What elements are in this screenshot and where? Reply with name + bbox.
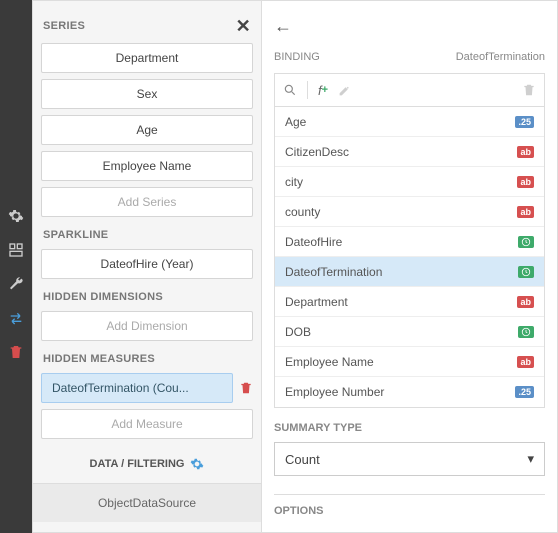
sparkline-item[interactable]: DateofHire (Year) <box>41 249 253 279</box>
close-icon[interactable]: ✕ <box>236 17 251 35</box>
field-name: CitizenDesc <box>285 145 349 159</box>
field-row[interactable]: Age .25 <box>275 107 544 137</box>
binding-field-name: DateofTermination <box>456 51 545 63</box>
txt-badge-icon: ab <box>517 176 534 188</box>
hidden-measure-item[interactable]: DateofTermination (Cou... <box>41 373 233 403</box>
field-row[interactable]: county ab <box>275 197 544 227</box>
txt-badge-icon: ab <box>517 206 534 218</box>
date-badge-icon <box>518 266 534 278</box>
sparkline-label: SPARKLINE <box>43 229 108 241</box>
series-item[interactable]: Department <box>41 43 253 73</box>
series-item[interactable]: Employee Name <box>41 151 253 181</box>
date-badge-icon <box>518 326 534 338</box>
summary-type-label: SUMMARY TYPE <box>274 408 545 442</box>
tool-rail <box>0 0 32 533</box>
field-list: Age .25 CitizenDesc ab city ab county ab DateofH… <box>274 107 545 408</box>
add-dimension-button[interactable]: Add Dimension <box>41 311 253 341</box>
options-label: OPTIONS <box>274 495 545 517</box>
field-name: Department <box>285 295 348 309</box>
binding-label: BINDING <box>274 51 320 63</box>
num-badge-icon: .25 <box>515 386 534 398</box>
series-item[interactable]: Age <box>41 115 253 145</box>
summary-type-dropdown[interactable]: Count ▾ <box>274 442 545 476</box>
trash-icon[interactable] <box>522 83 536 97</box>
field-row[interactable]: city ab <box>275 167 544 197</box>
trash-icon[interactable] <box>0 336 32 368</box>
field-name: Age <box>285 115 306 129</box>
series-label: SERIES <box>43 20 85 32</box>
field-row[interactable]: DOB <box>275 317 544 347</box>
field-name: DateofTermination <box>285 265 382 279</box>
back-arrow-icon[interactable]: ← <box>274 16 292 37</box>
field-row[interactable]: CitizenDesc ab <box>275 137 544 167</box>
gear-icon <box>190 457 204 471</box>
field-row[interactable]: DateofHire <box>275 227 544 257</box>
add-measure-button[interactable]: Add Measure <box>41 409 253 439</box>
date-badge-icon <box>518 236 534 248</box>
field-name: Employee Number <box>285 385 384 399</box>
field-row[interactable]: DateofTermination <box>275 257 544 287</box>
field-name: city <box>285 175 303 189</box>
txt-badge-icon: ab <box>517 296 534 308</box>
field-name: Employee Name <box>285 355 374 369</box>
delete-measure-icon[interactable] <box>239 381 253 395</box>
transfer-icon[interactable] <box>0 302 32 334</box>
series-item[interactable]: Sex <box>41 79 253 109</box>
txt-badge-icon: ab <box>517 146 534 158</box>
fx-add-icon[interactable]: f+ <box>318 83 328 98</box>
field-row[interactable]: Employee Number .25 <box>275 377 544 407</box>
datasource-item[interactable]: ObjectDataSource <box>33 483 261 522</box>
field-toolbar: f+ <box>274 73 545 107</box>
edit-icon[interactable] <box>338 84 351 97</box>
field-name: county <box>285 205 320 219</box>
field-row[interactable]: Department ab <box>275 287 544 317</box>
gear-icon[interactable] <box>0 200 32 232</box>
field-name: DOB <box>285 325 311 339</box>
config-panel: SERIES ✕ Department Sex Age Employee Nam… <box>32 0 262 533</box>
txt-badge-icon: ab <box>517 356 534 368</box>
add-series-button[interactable]: Add Series <box>41 187 253 217</box>
field-name: DateofHire <box>285 235 342 249</box>
hidden-dimensions-label: HIDDEN DIMENSIONS <box>43 291 163 303</box>
data-filtering-link[interactable]: DATA / FILTERING <box>41 445 253 483</box>
hidden-measures-label: HIDDEN MEASURES <box>43 353 155 365</box>
chevron-down-icon: ▾ <box>527 451 534 467</box>
num-badge-icon: .25 <box>515 116 534 128</box>
field-row[interactable]: Employee Name ab <box>275 347 544 377</box>
search-icon[interactable] <box>283 83 297 97</box>
layout-icon[interactable] <box>0 234 32 266</box>
binding-panel: ← BINDING DateofTermination f+ Age .25 Cit… <box>262 0 558 533</box>
wrench-icon[interactable] <box>0 268 32 300</box>
